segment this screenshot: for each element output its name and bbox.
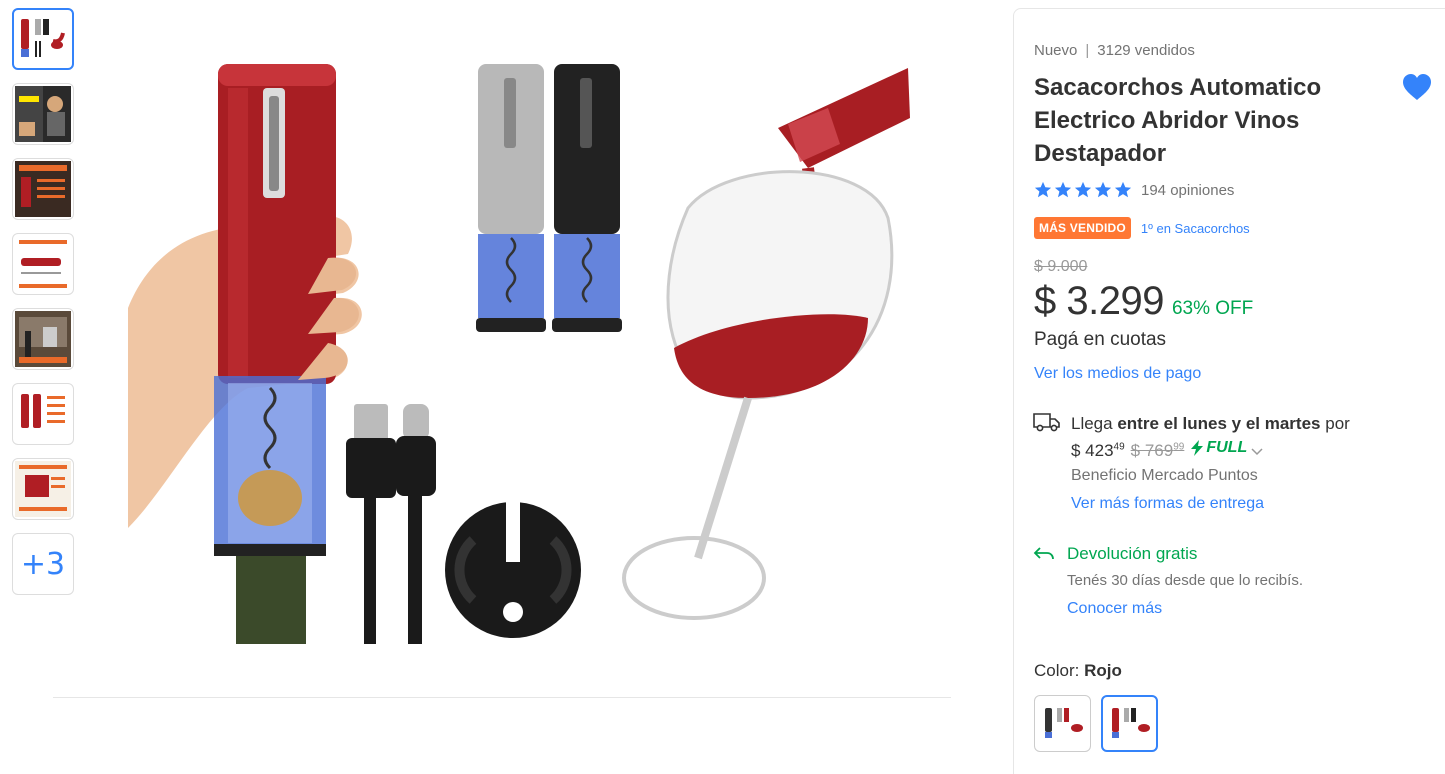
thumbnail-5[interactable] — [12, 308, 74, 370]
shipping-days: entre el lunes y el martes — [1117, 414, 1321, 433]
color-label: Color: Rojo — [1034, 661, 1122, 681]
full-badge[interactable]: FULL — [1190, 439, 1247, 457]
original-price: $ 9.000 — [1034, 258, 1088, 275]
meta-separator: | — [1085, 42, 1090, 59]
return-arrow-icon — [1033, 547, 1054, 560]
purchase-panel: Nuevo | 3129 vendidos Sacacorchos Automati… — [1013, 8, 1445, 774]
more-shipping-options-link[interactable]: Ver más formas de entrega — [1071, 495, 1264, 513]
thumbnail-list: +3 — [12, 8, 74, 608]
current-price: $ 3.299 — [1034, 279, 1164, 323]
installments-label: Pagá en cuotas — [1034, 329, 1167, 350]
shipping-cost-cents: 49 — [1113, 441, 1125, 453]
thumbnail-more[interactable]: +3 — [12, 533, 74, 595]
free-return-title: Devolución gratis — [1067, 544, 1198, 563]
favorite-heart-icon[interactable] — [1402, 73, 1432, 101]
sold-count: 3129 vendidos — [1097, 42, 1195, 59]
product-meta: Nuevo | 3129 vendidos — [1034, 42, 1195, 59]
thumbnail-1[interactable] — [12, 8, 74, 70]
star-icon — [1054, 181, 1072, 198]
shipping-suffix: por — [1325, 414, 1350, 433]
star-icon — [1034, 181, 1052, 198]
thumbnail-3[interactable] — [12, 158, 74, 220]
rating[interactable]: 194 opiniones — [1034, 181, 1234, 199]
shipping-cost-main: $ 423 — [1071, 441, 1114, 460]
full-label: FULL — [1206, 439, 1248, 456]
thumbnail-6[interactable] — [12, 383, 74, 445]
thumbnail-7[interactable] — [12, 458, 74, 520]
product-page: +3 Nuevo | 3129 vendidos Sacacorchos Aut… — [0, 0, 1445, 774]
thumbnail-4[interactable] — [12, 233, 74, 295]
main-product-image[interactable] — [128, 58, 910, 644]
badge-row: MÁS VENDIDO 1º en Sacacorchos — [1034, 217, 1250, 239]
condition-label: Nuevo — [1034, 42, 1078, 59]
shipping-cost: $ 42349 — [1071, 441, 1125, 461]
reviews-count: 194 opiniones — [1141, 181, 1235, 199]
color-swatches — [1034, 695, 1158, 752]
shipping-old-cost-cents: 99 — [1173, 441, 1185, 453]
price-row: $ 3.299 63% OFF — [1034, 279, 1253, 324]
color-swatch-1[interactable] — [1034, 695, 1091, 752]
learn-more-link[interactable]: Conocer más — [1067, 600, 1162, 618]
shipping-benefit: Beneficio Mercado Puntos — [1071, 467, 1258, 484]
color-label-prefix: Color: — [1034, 661, 1080, 680]
product-title: Sacacorchos Automatico Electrico Abridor… — [1034, 74, 1322, 167]
color-swatch-2[interactable] — [1101, 695, 1158, 752]
discount-label: 63% OFF — [1171, 298, 1254, 319]
payment-methods-link[interactable]: Ver los medios de pago — [1034, 365, 1201, 383]
best-seller-badge: MÁS VENDIDO — [1034, 217, 1131, 239]
more-thumbnails-label: +3 — [20, 546, 66, 582]
shipping-old-cost: $ 76999 — [1131, 441, 1185, 461]
swatch-1-image — [1044, 707, 1083, 738]
shipping-prefix: Llega — [1071, 414, 1113, 433]
shipping-old-cost-main: $ 769 — [1130, 441, 1174, 460]
free-return-description: Tenés 30 días desde que lo recibís. — [1067, 572, 1303, 589]
gallery-divider — [53, 697, 951, 698]
chevron-down-icon[interactable] — [1251, 446, 1263, 456]
star-icon — [1074, 181, 1092, 198]
swatch-2-image — [1111, 707, 1150, 738]
star-icon — [1114, 181, 1132, 198]
star-icon — [1094, 181, 1112, 198]
rating-stars — [1034, 181, 1132, 199]
thumbnail-2[interactable] — [12, 83, 74, 145]
lightning-icon — [1191, 440, 1204, 456]
truck-icon — [1033, 413, 1060, 432]
category-rank-link[interactable]: 1º en Sacacorchos — [1141, 221, 1250, 236]
shipping-eta: Llega entre el lunes y el martes por — [1071, 414, 1350, 434]
shipping-cost-row: $ 42349 $ 76999 FULL — [1071, 439, 1263, 461]
selected-color: Rojo — [1084, 661, 1122, 680]
